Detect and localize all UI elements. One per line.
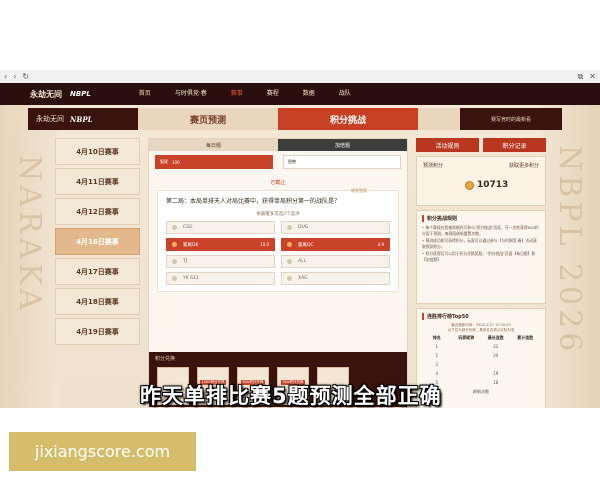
previous-question-options: 狐尾 100 困兽 [149, 151, 407, 173]
answer-options: CSG DUG 狐尾DK 10.0 狐尾QC 4.9 TJ ALL YK S11 X… [166, 221, 390, 285]
team-icon [287, 225, 292, 230]
tab-match-predict[interactable]: 赛页预测 [138, 108, 278, 130]
browser-toolbar: ‹ › ↻ ⧉ ✕ [0, 70, 600, 83]
restore-window-icon[interactable]: ⧉ [578, 70, 584, 83]
team-icon [287, 276, 292, 281]
ranking-title: 连胜排行榜Top50 [422, 313, 540, 320]
main-content: NARAKA NBPL 2026 永劫无间 NBPL 赛页预测 积分挑战 赛写竞… [0, 105, 600, 408]
points-record-button[interactable]: 积分记录 [483, 138, 546, 152]
team-icon [172, 242, 177, 247]
date-item[interactable]: 4月17日赛事 [55, 258, 140, 285]
date-item[interactable]: 4月11日赛事 [55, 168, 140, 195]
left-decoration: NARAKA [0, 105, 60, 408]
site-watermark: jixiangscore.com [9, 432, 196, 471]
rule-text: • 积分获得后可以用于积分兑换奖励，"积分挑战"页面【每日题】和【加倍题】 [422, 251, 536, 262]
answer-option[interactable]: TJ [166, 255, 275, 268]
date-item-active[interactable]: 4月16日赛事 [55, 228, 140, 255]
date-list: 4月10日赛事 4月11日赛事 4月12日赛事 4月16日赛事 4月17日赛事 … [55, 138, 140, 348]
activity-rules-button[interactable]: 活动规则 [416, 138, 479, 152]
question-title: 第二局：本局单排天人对局比赛中，获得单局积分第一的战队是？ [166, 198, 341, 205]
nav-item-schedule[interactable]: 赛程 [255, 83, 291, 105]
browser-window: ‹ › ↻ ⧉ ✕ 永劫无间 NBPL 首页 与时俱竞·春 赛事 赛程 数据 战… [0, 70, 600, 408]
ranking-header: 排名 玩家昵称 最长连胜 累计连胜 [432, 334, 534, 340]
answer-option-selected[interactable]: 狐尾QC 4.9 [281, 238, 390, 251]
closed-status: 已截止 [270, 180, 286, 186]
answer-option[interactable]: CSG [166, 221, 275, 234]
tab-points-challenge[interactable]: 积分挑战 [278, 108, 418, 130]
coin-icon [465, 181, 474, 190]
reload-icon[interactable]: ↻ [22, 70, 29, 83]
date-item[interactable]: 4月19日赛事 [55, 318, 140, 345]
subtab-daily[interactable]: 每日题 [149, 139, 278, 151]
nav-menu: 首页 与时俱竞·春 赛事 赛程 数据 战队 [127, 83, 363, 105]
right-panel: 活动规则 积分记录 预测积分 获取更多积分 10713 积分挑战规则 • 每个赛… [416, 138, 546, 408]
answer-option[interactable]: YK S11 [166, 272, 275, 285]
subtab-bonus[interactable]: 加倍题 [278, 139, 407, 151]
header-logo: 永劫无间 NBPL [28, 108, 138, 130]
header-note[interactable]: 赛写竞时的最新看 [460, 108, 562, 130]
answer-option[interactable]: XAG [281, 272, 390, 285]
game-logo[interactable]: 永劫无间 [30, 89, 62, 100]
prediction-points-card: 预测积分 获取更多积分 10713 [416, 156, 546, 206]
date-item[interactable]: 4月18日赛事 [55, 288, 140, 315]
answer-option-selected[interactable]: 狐尾DK 10.0 [166, 238, 275, 251]
nav-item-matches[interactable]: 赛事 [219, 83, 255, 105]
points-value: 10713 [477, 180, 509, 190]
back-icon[interactable]: ‹ [4, 70, 7, 83]
team-icon [172, 259, 177, 264]
header-spacer [418, 108, 460, 130]
video-caption: 昨天单排比赛5题预测全部正确 [140, 384, 442, 408]
answer-option[interactable]: DUG [281, 221, 390, 234]
rule-link[interactable]: 规则答案 [351, 188, 367, 194]
nav-item-teams[interactable]: 战队 [327, 83, 363, 105]
ranking-row: 4 19 [435, 371, 499, 376]
nav-item-event[interactable]: 与时俱竞·春 [163, 83, 219, 105]
get-more-points-link[interactable]: 获取更多积分 [509, 162, 539, 169]
team-icon [172, 276, 177, 281]
exchange-label: 积分兑换 [155, 356, 176, 362]
nbpl-logo[interactable]: NBPL [70, 90, 91, 98]
rule-text: • 预测成功即可获得积分，玩家可以通过参与【与时俱竞·春】活动获取预测积分。 [422, 238, 537, 249]
challenge-rules: 积分挑战规则 • 每个赛段在资格周期内可参与"积分挑战"页面，可一次性获得600… [416, 210, 546, 304]
screenshot-stage: ‹ › ↻ ⧉ ✕ 永劫无间 NBPL 首页 与时俱竞·春 赛事 赛程 数据 战… [0, 0, 600, 480]
ranking-row: 2 20 [435, 353, 499, 358]
team-icon [287, 242, 292, 247]
rules-title: 积分挑战规则 [422, 215, 540, 222]
nav-item-data[interactable]: 数据 [291, 83, 327, 105]
close-window-icon[interactable]: ✕ [589, 70, 596, 83]
prediction-points-label: 预测积分 [423, 163, 444, 169]
team-icon [287, 259, 292, 264]
date-item[interactable]: 4月12日赛事 [55, 198, 140, 225]
site-top-nav: 永劫无间 NBPL 首页 与时俱竞·春 赛事 赛程 数据 战队 [0, 83, 600, 105]
ranking-row: 3 [435, 362, 439, 367]
nav-right-area [534, 90, 594, 98]
answer-option[interactable]: ALL [281, 255, 390, 268]
question-hint: 本题最多可选2个选项 [256, 212, 300, 217]
right-decoration: NBPL 2026 [540, 105, 600, 408]
question-subtabs: 每日题 加倍题 [149, 139, 407, 151]
question-card: 第二局：本局单排天人对局比赛中，获得单局积分第一的战队是？ 规则答案 本题最多可… [157, 188, 399, 292]
option-card[interactable]: 狐尾 100 [155, 155, 273, 169]
forward-icon[interactable]: › [13, 70, 16, 83]
ranking-row: 1 22 [435, 344, 499, 349]
right-tabs: 活动规则 积分记录 [416, 138, 546, 152]
question-panel: 每日题 加倍题 狐尾 100 困兽 已截止 第二局：本局单排天人对局比赛中，获得… [148, 138, 408, 408]
section-header: 永劫无间 NBPL 赛页预测 积分挑战 赛写竞时的最新看 [28, 108, 562, 130]
team-icon [172, 225, 177, 230]
date-item[interactable]: 4月10日赛事 [55, 138, 140, 165]
nav-item-home[interactable]: 首页 [127, 83, 163, 105]
option-card[interactable]: 困兽 [283, 155, 401, 169]
rule-text: • 每个赛段在资格周期内可参与"积分挑战"页面，可一次性获得600积分用于预测，… [422, 225, 539, 236]
